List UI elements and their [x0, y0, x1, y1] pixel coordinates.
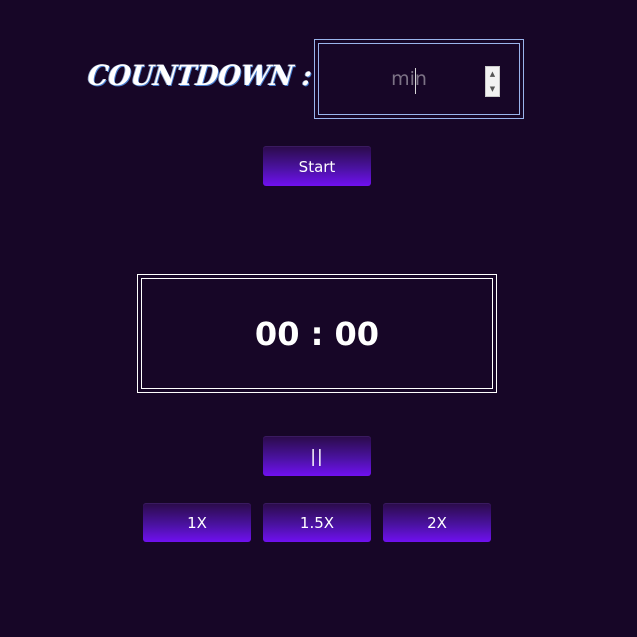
timer-box: 00 : 00 [137, 274, 497, 393]
spin-up-icon[interactable]: ▲ [486, 67, 499, 82]
start-button[interactable]: Start [263, 146, 371, 186]
minutes-input-frame: ▲ ▼ [318, 43, 520, 115]
text-caret [415, 68, 416, 94]
timer-display: 00 : 00 [254, 315, 380, 353]
speed-2x-button[interactable]: 2X [383, 503, 491, 542]
speed-1-5x-button[interactable]: 1.5X [263, 503, 371, 542]
speed-1x-button[interactable]: 1X [143, 503, 251, 542]
minutes-spinner[interactable]: ▲ ▼ [485, 66, 500, 97]
pause-button[interactable]: || [263, 436, 371, 476]
countdown-label: COUNTDOWN : [86, 59, 314, 92]
minutes-input-container: ▲ ▼ [312, 37, 526, 121]
spin-down-icon[interactable]: ▼ [486, 82, 499, 97]
